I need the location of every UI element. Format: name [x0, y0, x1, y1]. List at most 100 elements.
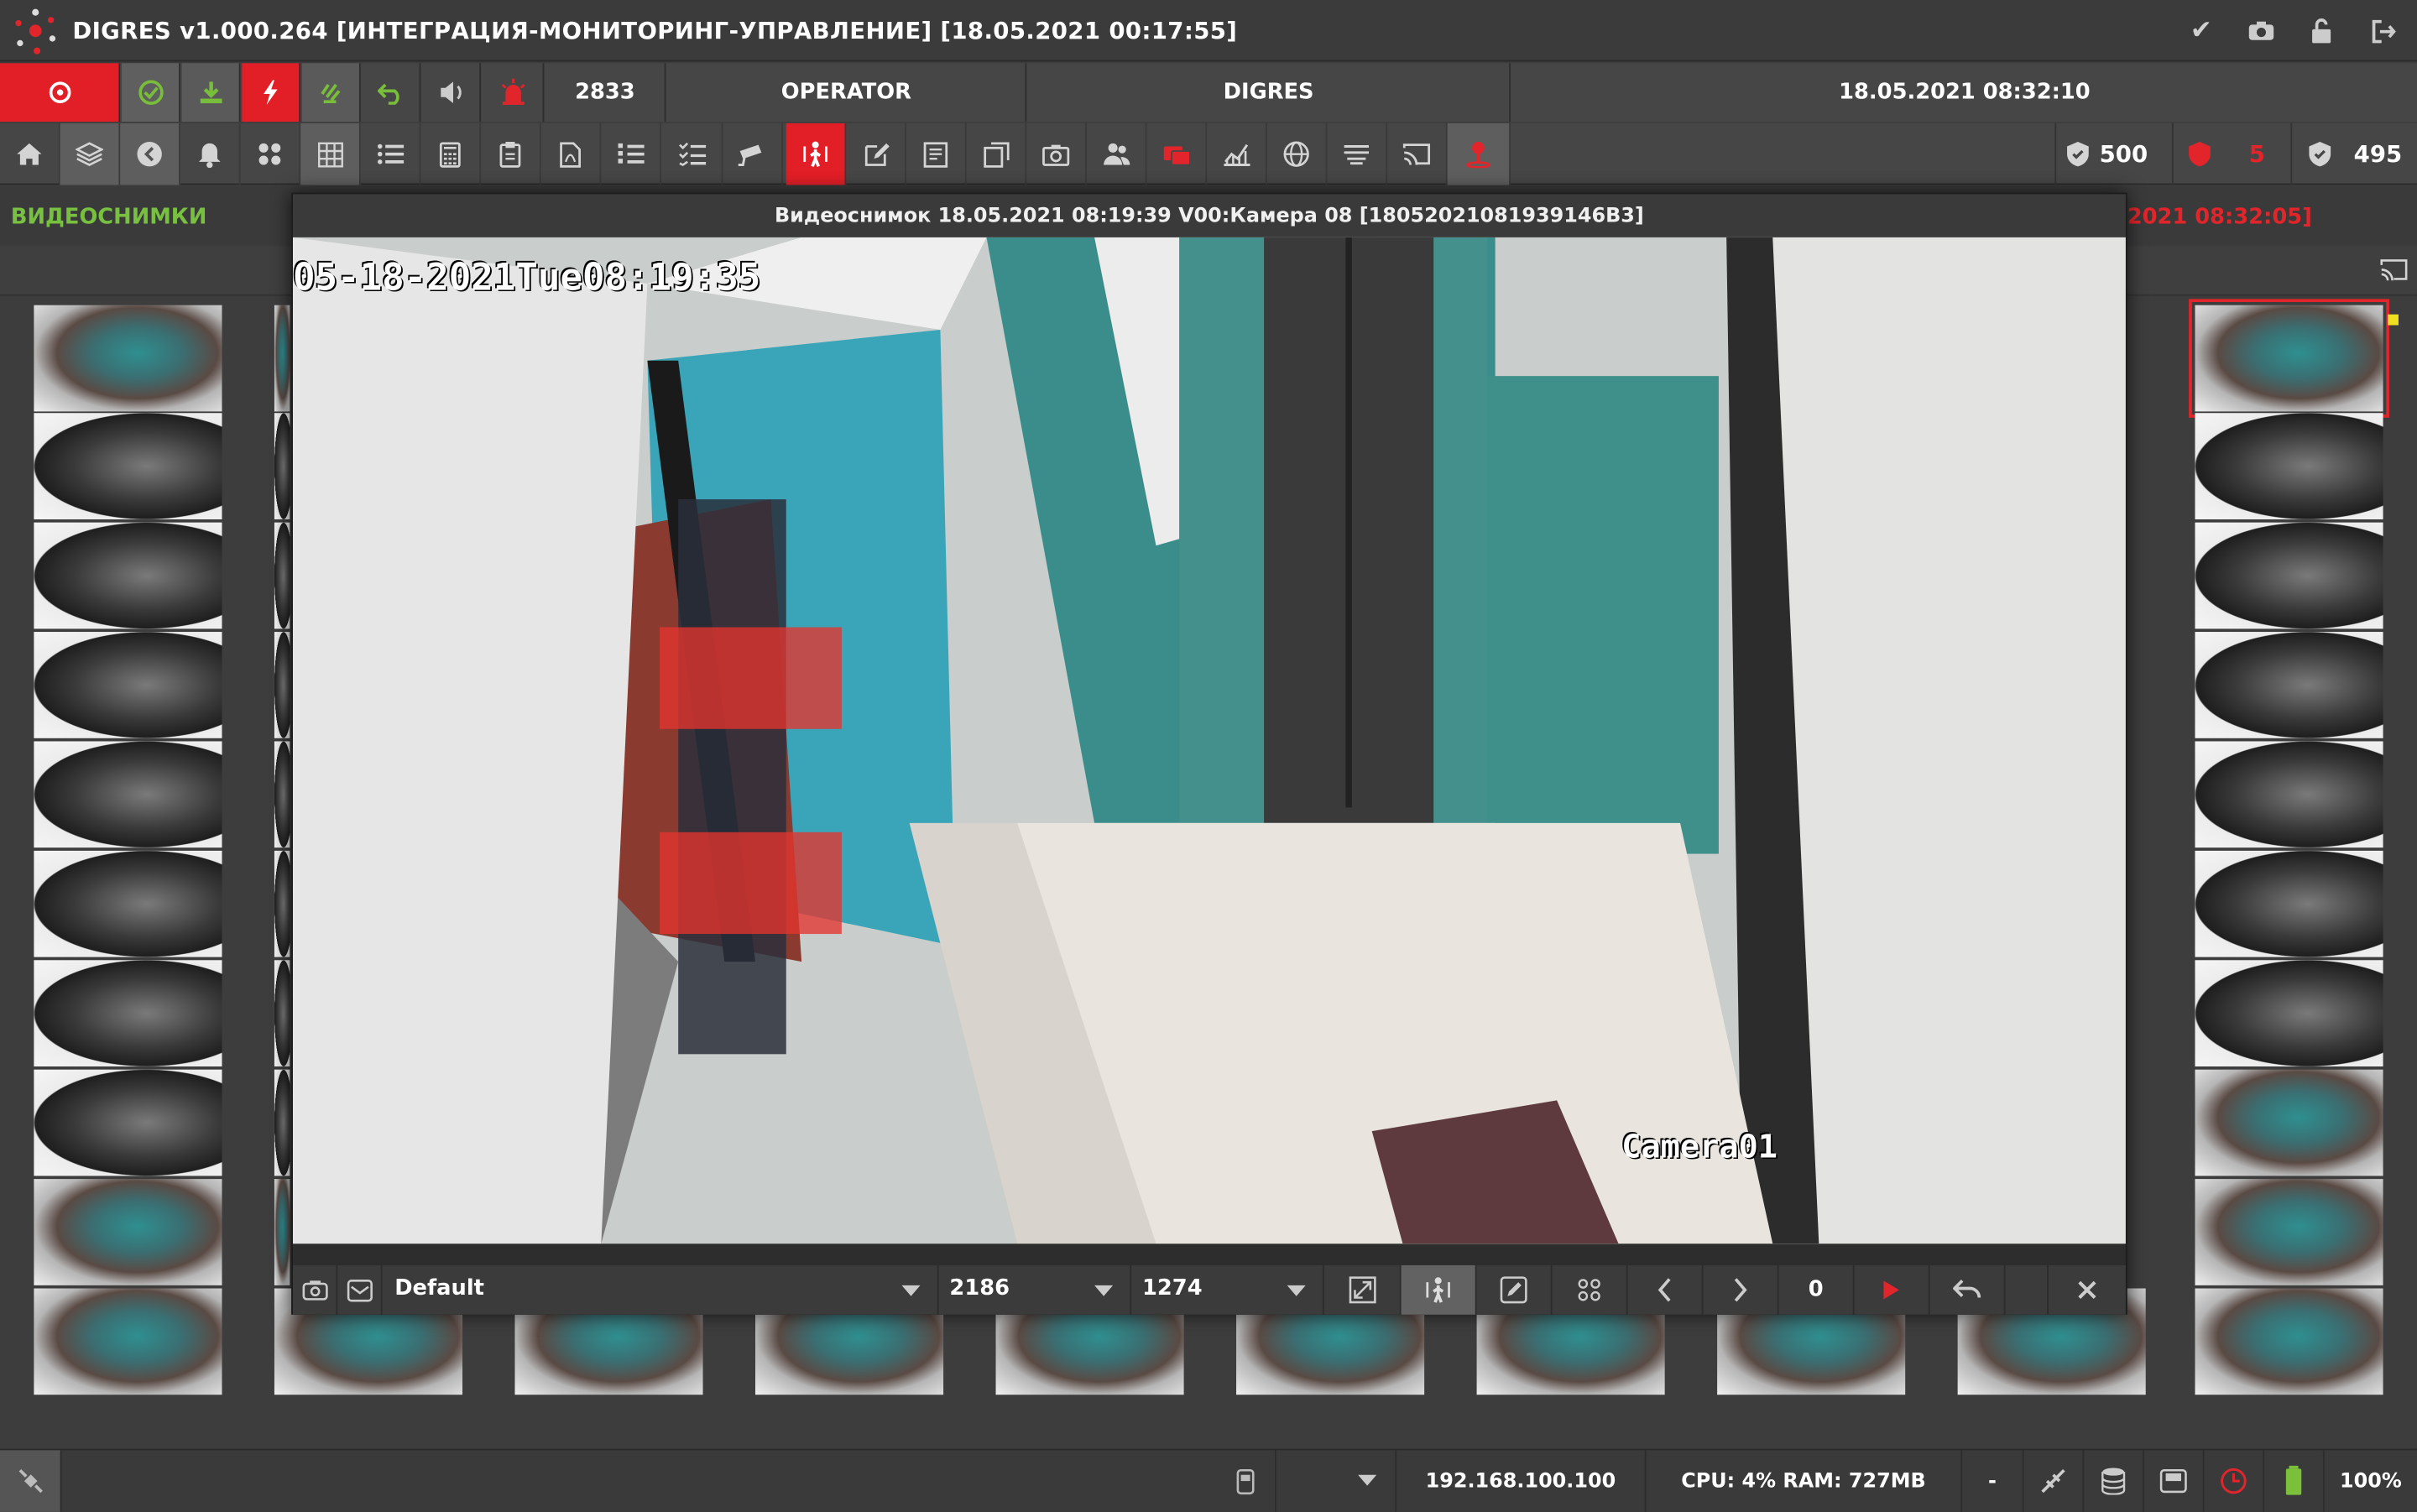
undo-button[interactable] [363, 63, 421, 123]
lines-icon[interactable] [1327, 123, 1388, 185]
snapshot-thumbnail[interactable] [34, 1179, 222, 1285]
snapshot-thumbnail[interactable] [34, 305, 222, 412]
calculator-icon[interactable] [420, 123, 482, 185]
dots-grid-small-icon[interactable] [1553, 1264, 1628, 1315]
snapshot-thumbnail[interactable] [274, 850, 290, 957]
fit-screen-icon[interactable] [1324, 1264, 1402, 1315]
snapshot-thumbnail[interactable] [2195, 413, 2383, 519]
users-icon[interactable] [1087, 123, 1147, 185]
cast-small-icon[interactable] [2380, 259, 2408, 283]
checklist-icon[interactable] [663, 123, 723, 185]
snapshot-thumbnail[interactable] [274, 632, 290, 738]
reply-icon[interactable] [1930, 1264, 2006, 1315]
scene-image [292, 237, 2126, 1244]
snapshot-thumbnail[interactable] [34, 1288, 222, 1395]
motion-detect-icon[interactable] [1401, 1264, 1477, 1315]
layers-icon[interactable] [60, 123, 121, 185]
back-circle-icon[interactable] [120, 123, 180, 185]
motion-zone-upper[interactable] [660, 627, 842, 729]
play-icon[interactable] [1855, 1264, 1930, 1315]
profile-select[interactable]: Default [383, 1264, 939, 1315]
confirm-button[interactable] [122, 63, 180, 123]
snapshot-thumbnail[interactable] [274, 305, 290, 412]
dots-grid-icon[interactable] [241, 123, 301, 185]
snapshot-thumbnail[interactable] [34, 413, 222, 519]
clock-alarm-icon[interactable] [2205, 1450, 2265, 1512]
cards-icon[interactable] [1147, 123, 1208, 185]
snapshot-thumbnail[interactable] [34, 850, 222, 957]
target-button[interactable] [0, 63, 121, 123]
numbered-list-icon[interactable] [601, 123, 661, 185]
globe-icon[interactable] [1267, 123, 1328, 185]
snapshot-thumbnail[interactable] [2195, 522, 2383, 629]
shield-icon [2067, 141, 2089, 167]
check-circle-icon[interactable]: ✔ [2185, 15, 2216, 46]
snapshot-thumbnail[interactable] [2195, 1069, 2383, 1176]
database-icon[interactable] [2084, 1450, 2144, 1512]
person-walk-icon[interactable] [786, 123, 847, 185]
volume-button[interactable] [422, 63, 482, 123]
device-icon[interactable] [1214, 1450, 1276, 1512]
home-icon[interactable] [0, 123, 60, 185]
siren-button[interactable] [483, 63, 545, 123]
snapshot-camera-icon[interactable] [293, 1264, 338, 1315]
hand-button[interactable] [301, 63, 361, 123]
hdd-icon[interactable] [2144, 1450, 2205, 1512]
next-frame-icon[interactable] [1704, 1264, 1779, 1315]
motion-zone-lower[interactable] [660, 832, 842, 935]
lock-icon[interactable] [2306, 15, 2337, 46]
status-row: 2833 OPERATOR DIGRES 18.05.2021 08:32:10 [0, 63, 2417, 123]
snapshot-thumbnail[interactable] [2195, 1179, 2383, 1285]
snapshot-thumbnail[interactable] [2195, 1288, 2383, 1395]
shield-check-icon [2309, 141, 2331, 167]
snapshot-thumbnail[interactable] [274, 1179, 290, 1285]
width-value: 2186 [949, 1275, 1010, 1301]
snapshot-thumbnail[interactable] [2189, 299, 2389, 418]
camera-icon[interactable] [2246, 15, 2277, 46]
snapshot-thumbnail[interactable] [2195, 632, 2383, 738]
snapshot-thumbnail[interactable] [2195, 741, 2383, 848]
snapshot-thumbnail[interactable] [274, 413, 290, 519]
logout-icon[interactable] [2367, 15, 2399, 46]
camera-cctv-icon[interactable] [723, 123, 784, 185]
cast-icon[interactable] [1387, 123, 1448, 185]
pin-icon[interactable] [1447, 123, 1511, 185]
copy-icon[interactable] [967, 123, 1027, 185]
photo-icon[interactable] [1026, 123, 1087, 185]
clipboard-icon[interactable] [481, 123, 541, 185]
bell-icon[interactable] [180, 123, 241, 185]
pdf-icon[interactable] [541, 123, 602, 185]
snapshot-thumbnail[interactable] [34, 522, 222, 629]
osd-camera-name: Camera01 [1621, 1128, 1778, 1165]
siren-icon [500, 78, 525, 105]
snapshot-thumbnail[interactable] [34, 632, 222, 738]
sync-alarm-button[interactable] [242, 63, 301, 123]
snapshot-thumbnail[interactable] [2195, 850, 2383, 957]
snapshot-thumbnail[interactable] [34, 741, 222, 848]
snapshot-thumbnail[interactable] [274, 960, 290, 1067]
device-select[interactable] [1276, 1450, 1397, 1512]
snapshot-thumbnail[interactable] [34, 1069, 222, 1176]
snapshot-thumbnail[interactable] [2195, 960, 2383, 1067]
close-icon[interactable] [2049, 1265, 2126, 1315]
snapshot-thumbnail[interactable] [274, 1069, 290, 1176]
height-select[interactable]: 1274 [1131, 1264, 1324, 1315]
mail-icon[interactable] [337, 1264, 383, 1315]
edit-icon[interactable] [846, 123, 906, 185]
edit-image-icon[interactable] [1477, 1264, 1553, 1315]
snapshot-thumbnail[interactable] [274, 741, 290, 848]
grid-icon[interactable] [300, 123, 361, 185]
chart-icon[interactable] [1207, 123, 1267, 185]
satellite-icon[interactable] [0, 1450, 62, 1512]
snapshot-thumbnail[interactable] [34, 960, 222, 1067]
video-frame[interactable]: 05-18-2021Tue08:19:35 Camera01 [292, 237, 2126, 1244]
counter-ok: 500 [2099, 140, 2148, 169]
prev-frame-icon[interactable] [1628, 1264, 1704, 1315]
network-icon[interactable] [2024, 1450, 2085, 1512]
download-button[interactable] [181, 63, 241, 123]
list-icon[interactable] [361, 123, 421, 185]
alarm-shield-icon [2189, 141, 2211, 167]
report-icon[interactable] [906, 123, 967, 185]
width-select[interactable]: 2186 [939, 1264, 1132, 1315]
snapshot-thumbnail[interactable] [274, 522, 290, 629]
